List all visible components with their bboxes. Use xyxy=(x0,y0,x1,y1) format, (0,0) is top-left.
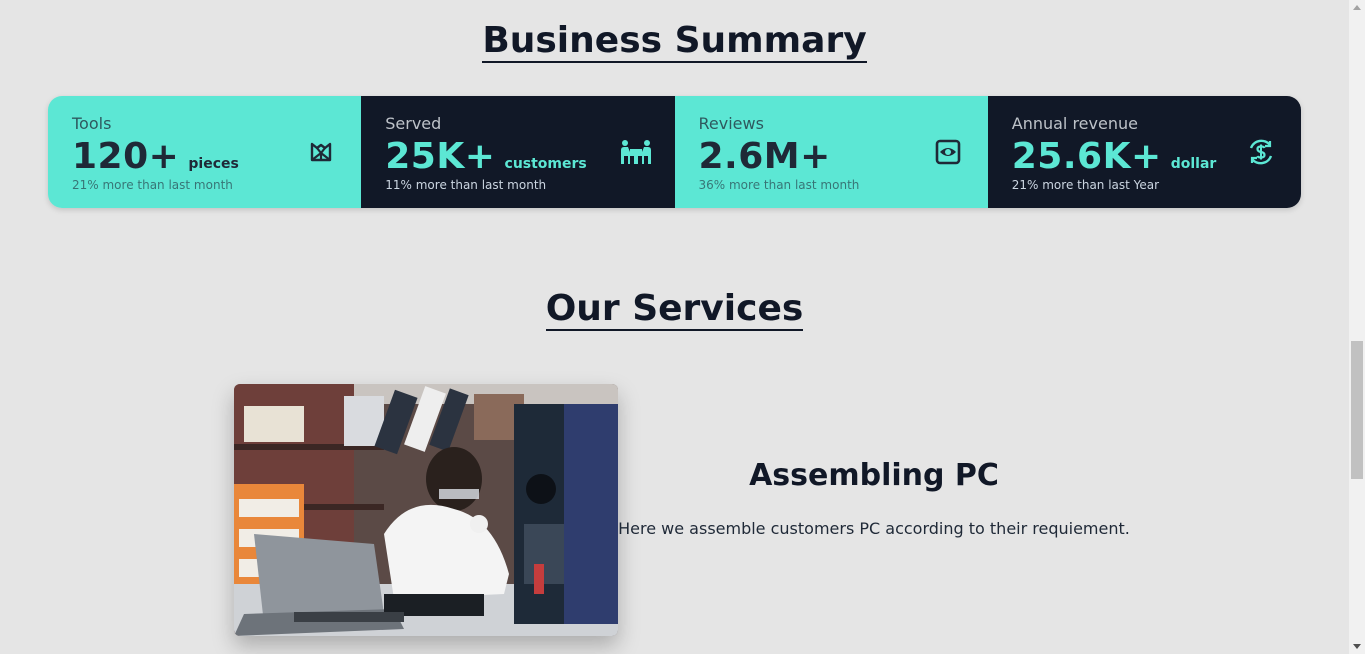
service-title: Assembling PC xyxy=(749,458,999,493)
eye-icon xyxy=(935,139,961,165)
stat-label: Served xyxy=(385,114,442,133)
business-summary-title-text: Business Summary xyxy=(482,20,867,63)
stat-card-served: Served 25K+ customers 11% more than last… xyxy=(361,96,675,208)
stat-number: 2.6M+ xyxy=(698,136,831,177)
stat-label: Annual revenue xyxy=(1011,114,1138,133)
business-summary-title: Business Summary xyxy=(0,20,1349,63)
stats-panel: Tools 120+ pieces 21% more than last mon… xyxy=(48,96,1301,208)
scroll-up-arrow-icon[interactable] xyxy=(1353,5,1361,10)
stat-unit: dollar xyxy=(1170,156,1217,172)
stat-description: 36% more than last month xyxy=(698,178,860,192)
stat-number: 25K+ xyxy=(385,136,496,177)
page: Business Summary Tools 120+ pieces 21% m… xyxy=(0,0,1349,654)
vertical-scrollbar[interactable] xyxy=(1349,0,1365,654)
box-icon xyxy=(311,142,332,162)
our-services-title: Our Services xyxy=(0,288,1349,331)
stat-number: 120+ xyxy=(72,136,180,177)
stat-label: Reviews xyxy=(698,114,764,133)
stat-number: 25.6K+ xyxy=(1011,136,1162,177)
stat-value-row: 25K+ customers xyxy=(385,136,650,178)
stat-label: Tools xyxy=(72,114,112,133)
stat-unit: pieces xyxy=(188,156,239,172)
stat-card-revenue: Annual revenue 25.6K+ dollar 21% more th… xyxy=(987,96,1301,208)
people-meeting-icon xyxy=(620,140,651,164)
scrollbar-thumb[interactable] xyxy=(1351,341,1363,479)
stat-description: 21% more than last Year xyxy=(1011,178,1160,192)
our-services-title-text: Our Services xyxy=(545,288,804,331)
stat-card-tools: Tools 120+ pieces 21% more than last mon… xyxy=(48,96,362,208)
stat-value-row: 120+ pieces xyxy=(72,136,337,178)
stat-description: 21% more than last month xyxy=(72,178,233,192)
stat-description: 11% more than last month xyxy=(385,178,547,192)
scroll-down-arrow-icon[interactable] xyxy=(1353,644,1361,649)
stat-value-row: 2.6M+ xyxy=(699,136,964,178)
stat-card-reviews: Reviews 2.6M+ 36% more than last month xyxy=(674,96,988,208)
technician-assembling-pc-photo xyxy=(234,384,618,636)
stat-unit: customers xyxy=(504,156,587,172)
stat-value-row: 25.6K+ dollar xyxy=(1012,136,1277,178)
service-description: Here we assemble customers PC according … xyxy=(618,519,1130,538)
dollar-sync-icon xyxy=(1249,139,1273,165)
service-image xyxy=(234,384,618,636)
